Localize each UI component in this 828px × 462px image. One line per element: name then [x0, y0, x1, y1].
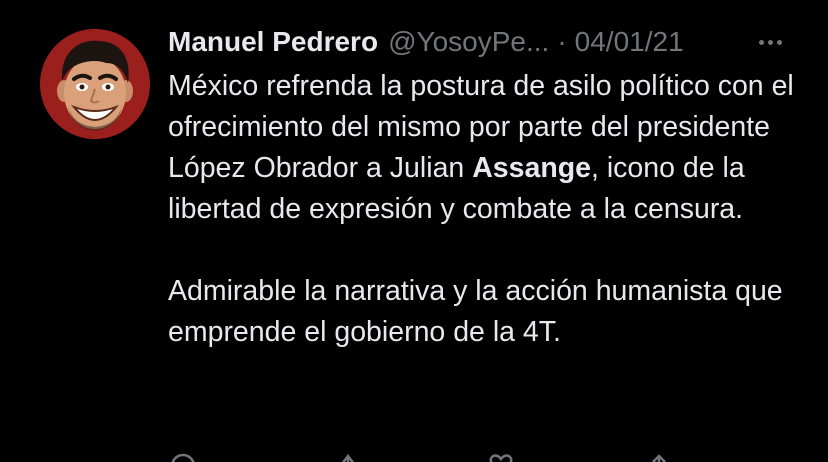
avatar[interactable] [40, 29, 150, 139]
tweet-paragraph-1: México refrenda la postura de asilo polí… [168, 66, 808, 230]
more-options-icon[interactable] [752, 22, 788, 62]
tweet-header: Manuel Pedrero @YosoyPe... · 04/01/21 [168, 22, 788, 62]
tweet-text: México refrenda la postura de asilo polí… [168, 66, 808, 353]
tweet-paragraph-2: Admirable la narrativa y la acción human… [168, 275, 783, 348]
mention-assange: Assange [472, 152, 592, 184]
retweet-icon[interactable] [338, 452, 368, 462]
reply-icon[interactable] [168, 452, 198, 462]
tweet-actions [168, 452, 788, 462]
display-name[interactable]: Manuel Pedrero [168, 22, 378, 62]
like-icon[interactable] [486, 452, 516, 462]
user-handle[interactable]: @YosoyPe... [388, 22, 549, 62]
share-icon[interactable] [644, 452, 674, 462]
avatar-caricature-image [40, 29, 150, 139]
tweet-date[interactable]: 04/01/21 [575, 22, 684, 62]
tweet[interactable]: Manuel Pedrero @YosoyPe... · 04/01/21 Mé… [0, 0, 828, 462]
header-separator: · [557, 26, 567, 57]
